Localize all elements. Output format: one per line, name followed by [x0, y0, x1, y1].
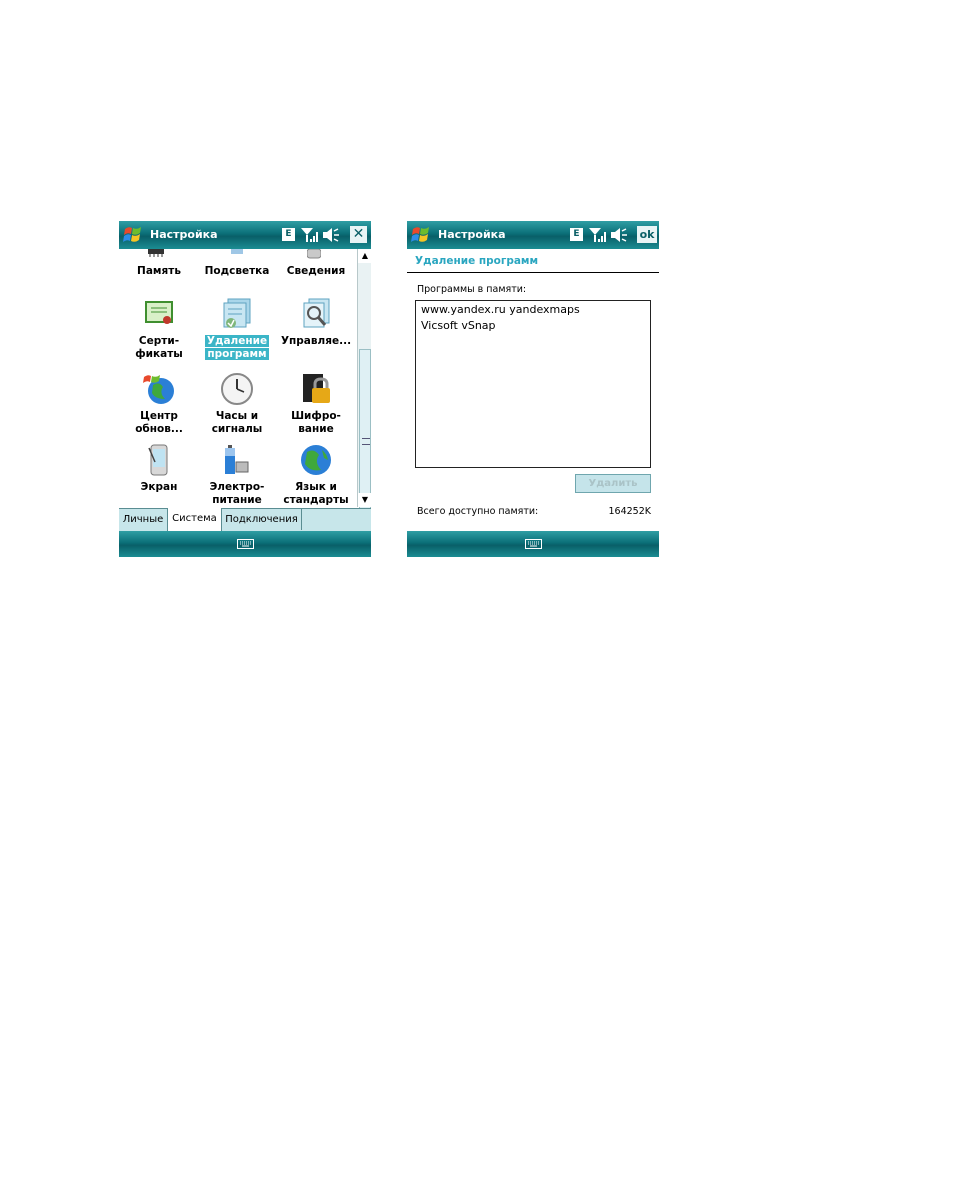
memory-chip-icon: [148, 249, 164, 257]
item-label-line1: Центр: [140, 410, 178, 422]
item-label: Память: [137, 265, 181, 277]
item-label-line1: Экран: [140, 481, 178, 493]
item-label-line1: Удаление: [204, 335, 270, 347]
title-divider: [407, 272, 659, 273]
window-title: Настройка: [438, 228, 506, 241]
soft-key-bar: [119, 531, 371, 557]
close-button[interactable]: ✕: [350, 226, 367, 243]
scroll-up-arrow-icon[interactable]: ▲: [358, 249, 371, 263]
start-menu-icon[interactable]: [410, 224, 432, 246]
item-label-line2: вание: [298, 423, 334, 435]
certificate-icon: [145, 301, 173, 324]
item-label-line1: Электро-: [209, 481, 265, 493]
keyboard-icon[interactable]: [237, 539, 254, 549]
item-label-line2: обнов...: [135, 423, 183, 435]
settings-item-update-center[interactable]: Центр обнов...: [120, 371, 198, 436]
backlight-icon: [231, 249, 243, 254]
globe-icon: [301, 445, 331, 475]
item-label-line1: Часы и: [215, 410, 259, 422]
programs-listbox[interactable]: www.yandex.ru yandexmaps Vicsoft vSnap: [415, 300, 651, 468]
settings-item-about[interactable]: Сведения: [277, 265, 355, 278]
clock-icon: [221, 373, 253, 405]
volume-icon[interactable]: [610, 227, 628, 243]
signal-strength-icon[interactable]: [588, 227, 608, 243]
item-label-line1: Управляе...: [280, 335, 352, 347]
memory-value: 164252K: [608, 506, 652, 517]
edge-network-icon: E: [570, 228, 583, 241]
edge-network-icon: E: [282, 228, 295, 241]
item-label: Сведения: [286, 265, 346, 277]
title-bar: Настройка E ok: [407, 221, 659, 249]
screen-device-icon: [148, 444, 168, 476]
settings-item-power[interactable]: Электро- питание: [198, 442, 276, 507]
about-device-icon: [307, 249, 321, 259]
title-bar: Настройка E ✕: [119, 221, 371, 249]
delete-button[interactable]: Удалить: [575, 474, 651, 493]
memory-label: Всего доступно памяти:: [417, 506, 539, 517]
item-label-line2: сигналы: [211, 423, 263, 435]
item-label-line2: фикаты: [135, 348, 183, 360]
settings-item-regional[interactable]: Язык и стандарты: [277, 442, 355, 507]
update-center-globe-icon: [143, 375, 174, 404]
item-label-line1: Серти-: [138, 335, 180, 347]
encryption-lock-icon: [303, 374, 330, 403]
soft-key-bar: [407, 531, 659, 557]
list-item[interactable]: www.yandex.ru yandexmaps: [421, 303, 580, 316]
item-label-line2: программ: [205, 348, 269, 360]
settings-item-clock-alarms[interactable]: Часы и сигналы: [198, 371, 276, 436]
keyboard-icon[interactable]: [525, 539, 542, 549]
settings-item-screen[interactable]: Экран: [120, 442, 198, 494]
settings-system-screen: Настройка E ✕ Память Подсветка Сведения …: [119, 221, 371, 557]
item-label-line1: Шифро-: [291, 410, 341, 422]
programs-list-label: Программы в памяти:: [417, 284, 527, 295]
tab-personal[interactable]: Личные: [119, 509, 168, 530]
grip-icon: [362, 438, 370, 445]
tab-connections[interactable]: Подключения: [222, 509, 302, 530]
page-title: Удаление программ: [415, 255, 539, 267]
start-menu-icon[interactable]: [122, 224, 144, 246]
list-item[interactable]: Vicsoft vSnap: [421, 319, 496, 332]
settings-item-memory[interactable]: Память: [120, 265, 198, 278]
managed-programs-icon: [303, 298, 330, 328]
settings-item-certificates[interactable]: Серти- фикаты: [120, 296, 198, 361]
volume-icon[interactable]: [322, 227, 340, 243]
vertical-scrollbar[interactable]: ▲ ▼: [357, 249, 371, 529]
settings-item-managed-programs[interactable]: Управляе...: [277, 296, 355, 348]
battery-power-icon: [225, 445, 249, 474]
settings-item-encryption[interactable]: Шифро- вание: [277, 371, 355, 436]
item-label: Подсветка: [204, 265, 270, 277]
ok-button[interactable]: ok: [637, 226, 657, 243]
item-label-line2: стандарты: [283, 494, 349, 506]
scroll-down-arrow-icon[interactable]: ▼: [358, 493, 371, 507]
remove-programs-screen: Настройка E ok Удаление программ Програм…: [407, 221, 659, 557]
signal-strength-icon[interactable]: [300, 227, 320, 243]
remove-programs-icon: [223, 298, 251, 328]
item-label-line1: Язык и: [295, 481, 337, 493]
item-label-line2: питание: [212, 494, 262, 506]
window-title: Настройка: [150, 228, 218, 241]
tab-bar: Личные Система Подключения: [119, 508, 371, 532]
settings-item-backlight[interactable]: Подсветка: [198, 265, 276, 278]
settings-item-remove-programs[interactable]: Удаление программ: [198, 296, 276, 361]
tab-system[interactable]: Система: [167, 508, 222, 531]
